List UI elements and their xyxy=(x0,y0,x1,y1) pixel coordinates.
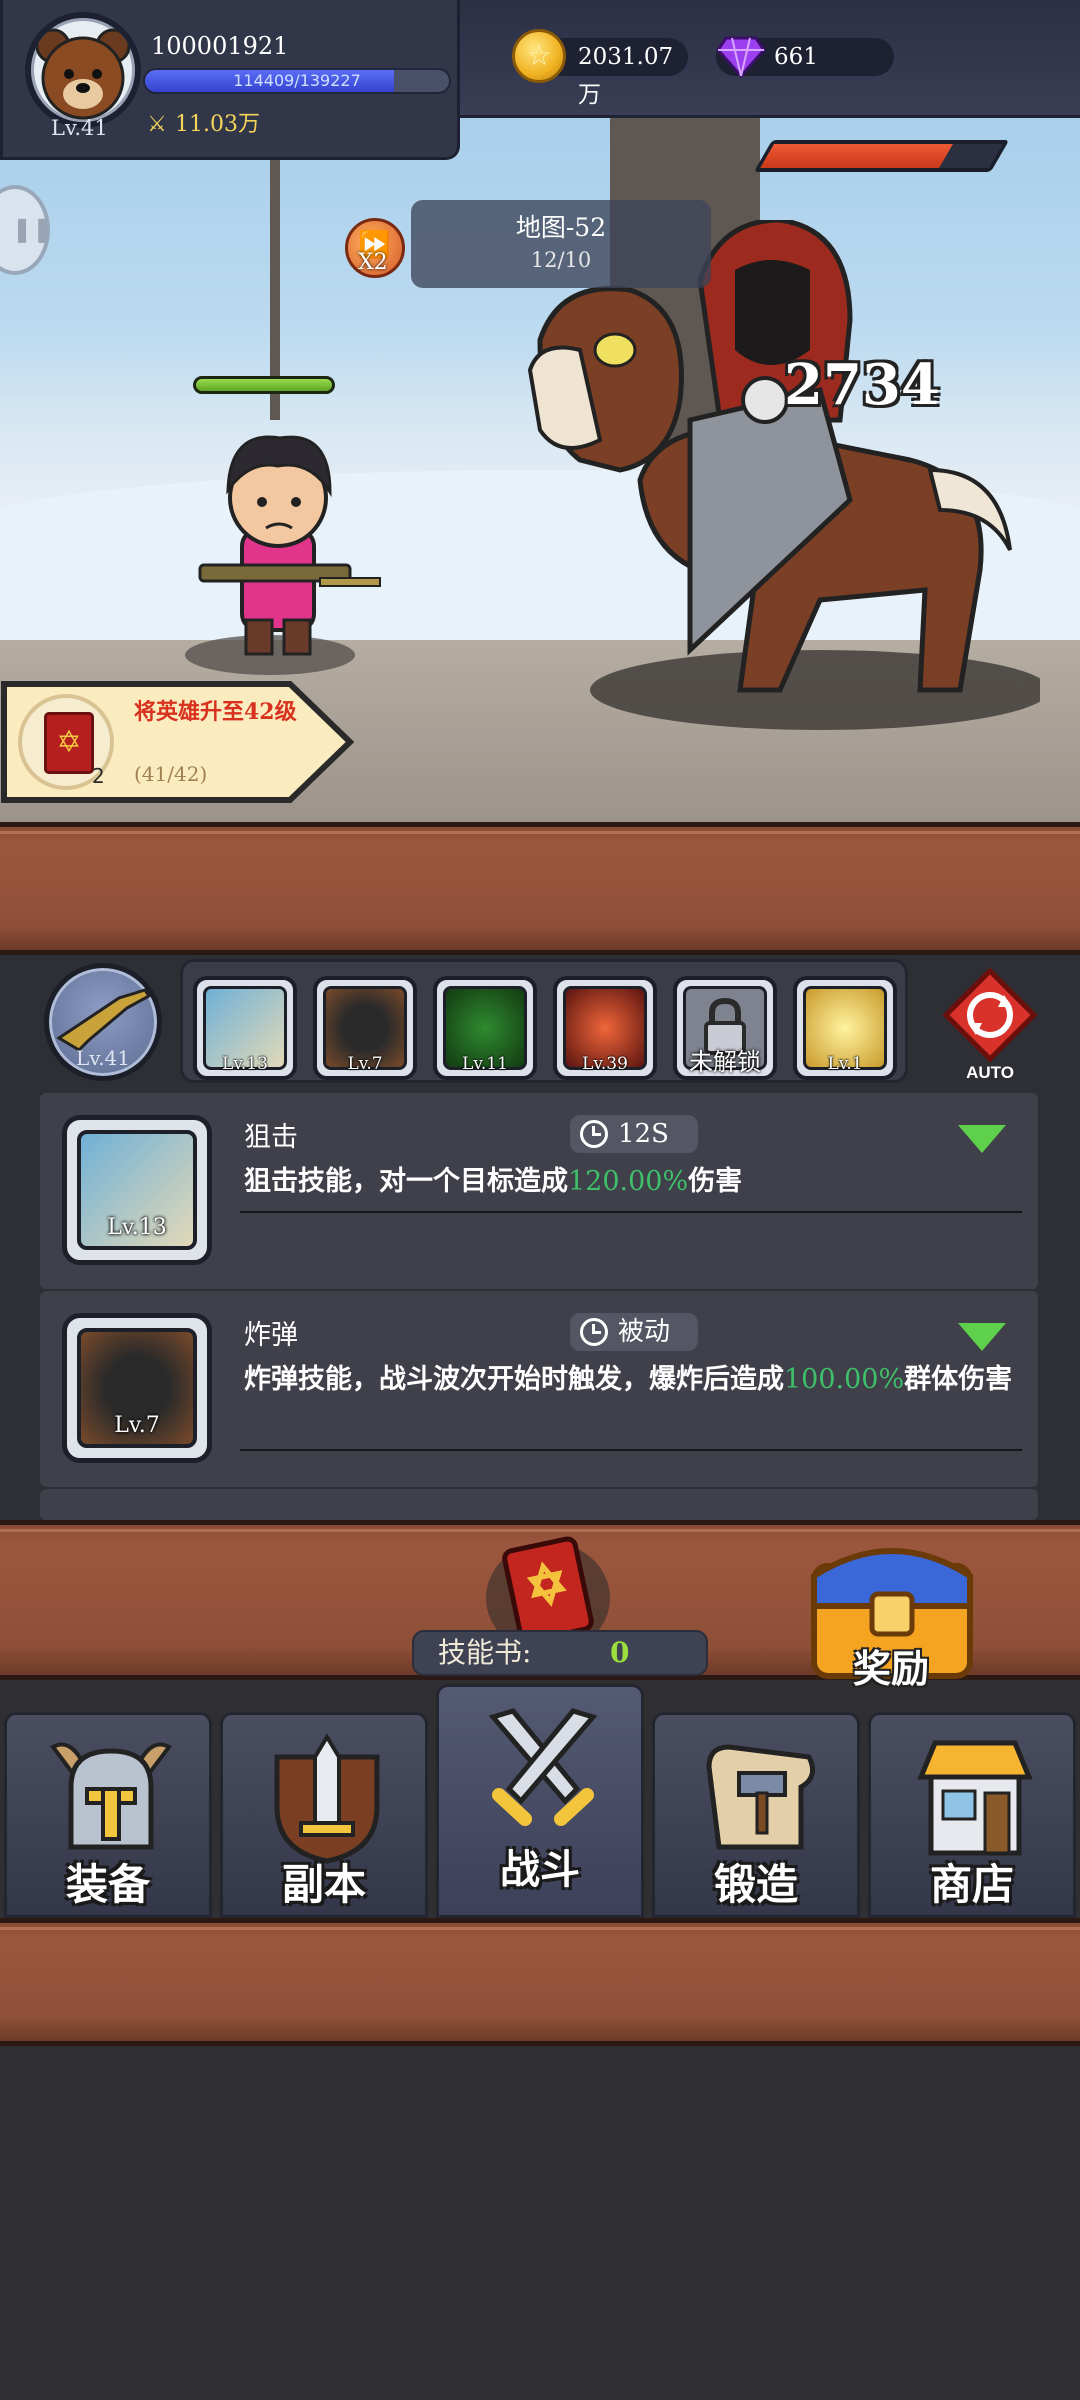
reward-label: 奖励 xyxy=(852,1646,929,1691)
expand-arrow-icon[interactable] xyxy=(958,1323,1006,1351)
quest-progress: (41/42) xyxy=(134,762,208,786)
combat-power-value: 11.03万 xyxy=(175,112,260,137)
combat-power: ⚔ 11.03万 xyxy=(143,106,260,138)
hero-level-quest[interactable]: ✡ 2 将英雄升至42级 (41/42) xyxy=(0,680,355,804)
enemy-health-bar xyxy=(753,140,1010,172)
skill-panel: Lv.41 Lv.13 Lv.7 Lv.11 Lv.39 未解锁 Lv.1 AU… xyxy=(0,955,1080,1520)
gem-value: 661 xyxy=(774,44,818,70)
skill-card-description: 狙击技能，对一个目标造成120.00%伤害 xyxy=(244,1166,743,1197)
nav-dungeon[interactable]: 副本 xyxy=(220,1712,428,1918)
map-title: 地图-52 xyxy=(515,213,607,242)
skill-slot-locked[interactable]: 未解锁 xyxy=(673,976,777,1080)
wood-plank-divider xyxy=(0,822,1080,955)
skill-cooldown: 被动 xyxy=(570,1313,698,1351)
skill-book-label: 技能书: xyxy=(438,1636,532,1669)
gold-coin-icon xyxy=(512,29,566,83)
sword-shield-icon xyxy=(274,1733,380,1864)
bomb-skill-icon: Lv.7 xyxy=(77,1328,197,1448)
xp-bar: 114409/139227 xyxy=(143,68,451,94)
skill-card-icon-frame: Lv.13 xyxy=(62,1115,212,1265)
skill-slot-level: Lv.39 xyxy=(582,1054,628,1074)
skill-slot-bomb[interactable]: Lv.7 xyxy=(313,976,417,1080)
equipped-skill-bar: Lv.13 Lv.7 Lv.11 Lv.39 未解锁 Lv.1 xyxy=(180,959,908,1083)
xp-text: 114409/139227 xyxy=(233,71,361,90)
skill-book-count: 0 xyxy=(610,1636,630,1669)
skill-card[interactable]: Lv.13 狙击 12S 狙击技能，对一个目标造成120.00%伤害 xyxy=(40,1093,1038,1289)
skill-slot-fire[interactable]: Lv.39 xyxy=(553,976,657,1080)
weapon-level: Lv.41 xyxy=(75,1046,130,1070)
damage-number: 2734 xyxy=(784,352,940,418)
skill-card-name: 炸弹 xyxy=(244,1320,298,1351)
skill-cooldown-value: 被动 xyxy=(618,1317,671,1347)
skill-card[interactable] xyxy=(40,1489,1038,1520)
crossed-swords-icon: ⚔ xyxy=(147,112,167,137)
nav-label: 商店 xyxy=(929,1860,1014,1909)
map-progress: 12/10 xyxy=(530,248,592,272)
skill-cooldown-value: 12S xyxy=(618,1119,669,1149)
skill-slot-poison[interactable]: Lv.11 xyxy=(433,976,537,1080)
skill-card-level: Lv.7 xyxy=(114,1413,160,1438)
weapon-slot[interactable]: Lv.41 xyxy=(44,963,162,1081)
skill-cooldown: 12S xyxy=(570,1115,698,1153)
skill-book-counter: 技能书: 0 xyxy=(412,1630,708,1676)
skill-slot-level: Lv.1 xyxy=(827,1054,863,1074)
forge-scroll-icon xyxy=(706,1744,816,1850)
nav-battle[interactable]: 战斗 xyxy=(436,1684,644,1918)
quest-item-frame: ✡ 2 xyxy=(18,694,114,790)
skill-card-description: 炸弹技能，战斗波次开始时触发，爆炸后造成100.00%群体伤害 xyxy=(244,1364,1013,1395)
bear-avatar-icon xyxy=(35,28,131,120)
skill-card-icon-frame: Lv.7 xyxy=(62,1313,212,1463)
nav-label: 副本 xyxy=(281,1860,366,1909)
crossed-swords-icon xyxy=(488,1708,598,1826)
skill-card-name: 狙击 xyxy=(244,1122,298,1153)
pause-button[interactable] xyxy=(0,185,52,275)
player-id: 100001921 xyxy=(151,32,289,60)
enemy-horseman xyxy=(527,220,1040,730)
skill-slot-level: Lv.7 xyxy=(347,1054,383,1074)
gold-counter[interactable]: 2031.07万 xyxy=(512,29,688,108)
hero-health-bar xyxy=(193,376,335,394)
battle-scene: 2734 X2 地图-52 12/10 ✡ 2 将英雄升至42级 (41/42) xyxy=(0,0,1080,825)
sniper-skill-icon: Lv.13 xyxy=(77,1130,197,1250)
player-panel[interactable]: Lv.41 100001921 114409/139227 ⚔ 11.03万 xyxy=(0,0,460,160)
skill-slot-level: Lv.11 xyxy=(462,1054,508,1074)
auto-button[interactable] xyxy=(942,967,1038,1063)
quest-title: 将英雄升至42级 xyxy=(134,699,297,725)
gem-icon xyxy=(716,36,766,79)
nav-shop[interactable]: 商店 xyxy=(868,1712,1076,1918)
helmet-icon xyxy=(50,1742,172,1850)
skill-card-level: Lv.13 xyxy=(107,1215,167,1240)
clock-icon xyxy=(580,1120,608,1148)
gem-counter[interactable]: 661 xyxy=(716,36,894,79)
skill-card[interactable]: Lv.7 炸弹 被动 炸弹技能，战斗波次开始时触发，爆炸后造成100.00%群体… xyxy=(40,1291,1038,1487)
skill-slot-level: Lv.13 xyxy=(222,1054,268,1074)
divider xyxy=(240,1449,1022,1451)
wood-plank-divider xyxy=(0,1918,1080,2046)
expand-arrow-icon[interactable] xyxy=(958,1125,1006,1153)
player-level: Lv.41 xyxy=(51,116,108,140)
nav-label: 装备 xyxy=(65,1860,150,1909)
speed-label: X2 xyxy=(358,250,388,275)
quest-item-count: 2 xyxy=(92,764,105,788)
background-tree xyxy=(270,120,280,420)
shop-icon xyxy=(917,1740,1033,1856)
nav-label: 锻造 xyxy=(713,1860,798,1909)
auto-label: AUTO xyxy=(966,1063,1014,1082)
locked-label: 未解锁 xyxy=(689,1048,761,1076)
nav-forge[interactable]: 锻造 xyxy=(652,1712,860,1918)
skill-book-icon: ✡ xyxy=(44,712,94,774)
hero-character xyxy=(185,435,381,675)
skill-slot-lightning[interactable]: Lv.1 xyxy=(793,976,897,1080)
divider xyxy=(240,1211,1022,1213)
avatar[interactable] xyxy=(25,12,141,128)
map-info: 地图-52 12/10 xyxy=(411,200,711,288)
nav-equipment[interactable]: 装备 xyxy=(4,1712,212,1918)
skill-slot-sniper[interactable]: Lv.13 xyxy=(193,976,297,1080)
nav-label: 战斗 xyxy=(500,1846,580,1893)
clock-icon xyxy=(580,1318,608,1346)
